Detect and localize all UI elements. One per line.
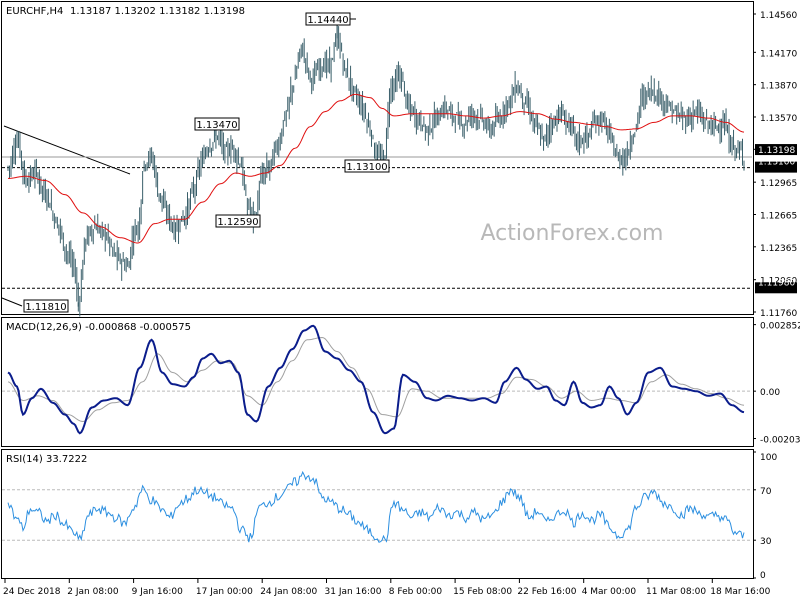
macd-panel-frame <box>1 317 754 447</box>
ohlc-label: 1.13187 1.13202 1.13182 1.13198 <box>70 6 245 17</box>
annotation-label: 1.13470 <box>196 120 237 131</box>
macd-layer <box>2 324 752 435</box>
x-tick-label: 24 Jan 08:00 <box>260 587 317 597</box>
price-tick-label: 1.14560 <box>760 11 797 21</box>
rsi-line <box>7 470 745 543</box>
macd-main-line <box>7 324 745 435</box>
rsi-label: RSI(14) 33.7222 <box>6 454 87 465</box>
macd-tick-label: -0.00203 <box>760 436 800 446</box>
x-tick-label: 24 Dec 2018 <box>3 587 61 597</box>
symbol-label: EURCHF,H4 <box>6 6 63 17</box>
rsi-tick-label: 70 <box>760 487 772 497</box>
chart-stage: ActionForex.com 1.14440 1.13470 1.12590 1.1… <box>0 0 800 600</box>
price-tick-label: 1.12965 <box>760 179 797 189</box>
axis-level-label: 1.11980 <box>758 278 795 288</box>
x-tick-label: 17 Jan 00:00 <box>196 587 253 597</box>
axis-level-label: 1.13100 <box>758 158 795 168</box>
annotation-label: 1.12590 <box>217 217 258 228</box>
macd-tick-label: 0.002852 <box>760 322 800 332</box>
annotation-label: 1.11810 <box>25 302 66 313</box>
axis-level-label: 1.13198 <box>758 146 795 156</box>
axis-layer: 1.145601.141701.138701.135701.132701.129… <box>3 11 800 597</box>
x-tick-label: 4 Mar 00:00 <box>582 587 637 597</box>
x-tick-label: 2 Jan 08:00 <box>67 587 119 597</box>
rsi-tick-label: 30 <box>760 537 772 547</box>
macd-label: MACD(12,26,9) -0.000868 -0.000575 <box>6 322 191 333</box>
price-layer: 1.14440 1.13470 1.12590 1.13100 1.11810 <box>1 12 752 317</box>
rsi-layer <box>2 470 752 543</box>
price-tick-label: 1.14170 <box>760 49 797 59</box>
watermark: ActionForex.com <box>481 221 664 246</box>
price-tick-label: 1.12665 <box>760 211 797 221</box>
price-tick-label: 1.11760 <box>760 309 797 319</box>
trendline-lower <box>1 297 23 307</box>
x-tick-label: 11 Mar 08:00 <box>646 587 706 597</box>
x-tick-label: 18 Mar 16:00 <box>710 587 770 597</box>
forex-chart-svg: ActionForex.com 1.144401.134701.125901.1… <box>1 1 800 597</box>
x-tick-label: 31 Jan 16:00 <box>325 587 382 597</box>
rsi-tick-label: 100 <box>760 453 777 463</box>
rsi-panel-frame <box>1 449 754 579</box>
price-tick-label: 1.13570 <box>760 114 797 124</box>
annotation-label: 1.13100 <box>346 162 387 173</box>
price-tick-label: 1.13870 <box>760 82 797 92</box>
rsi-tick-label: 0 <box>760 571 766 581</box>
macd-signal-line <box>7 336 745 423</box>
price-tick-label: 1.12365 <box>760 244 797 254</box>
macd-tick-label: 0.00 <box>760 388 780 398</box>
annotation-label: 1.14440 <box>307 15 348 26</box>
x-tick-label: 22 Feb 16:00 <box>517 587 576 597</box>
x-tick-label: 15 Feb 08:00 <box>453 587 512 597</box>
x-tick-label: 8 Feb 00:00 <box>389 587 443 597</box>
x-tick-label: 9 Jan 16:00 <box>132 587 184 597</box>
